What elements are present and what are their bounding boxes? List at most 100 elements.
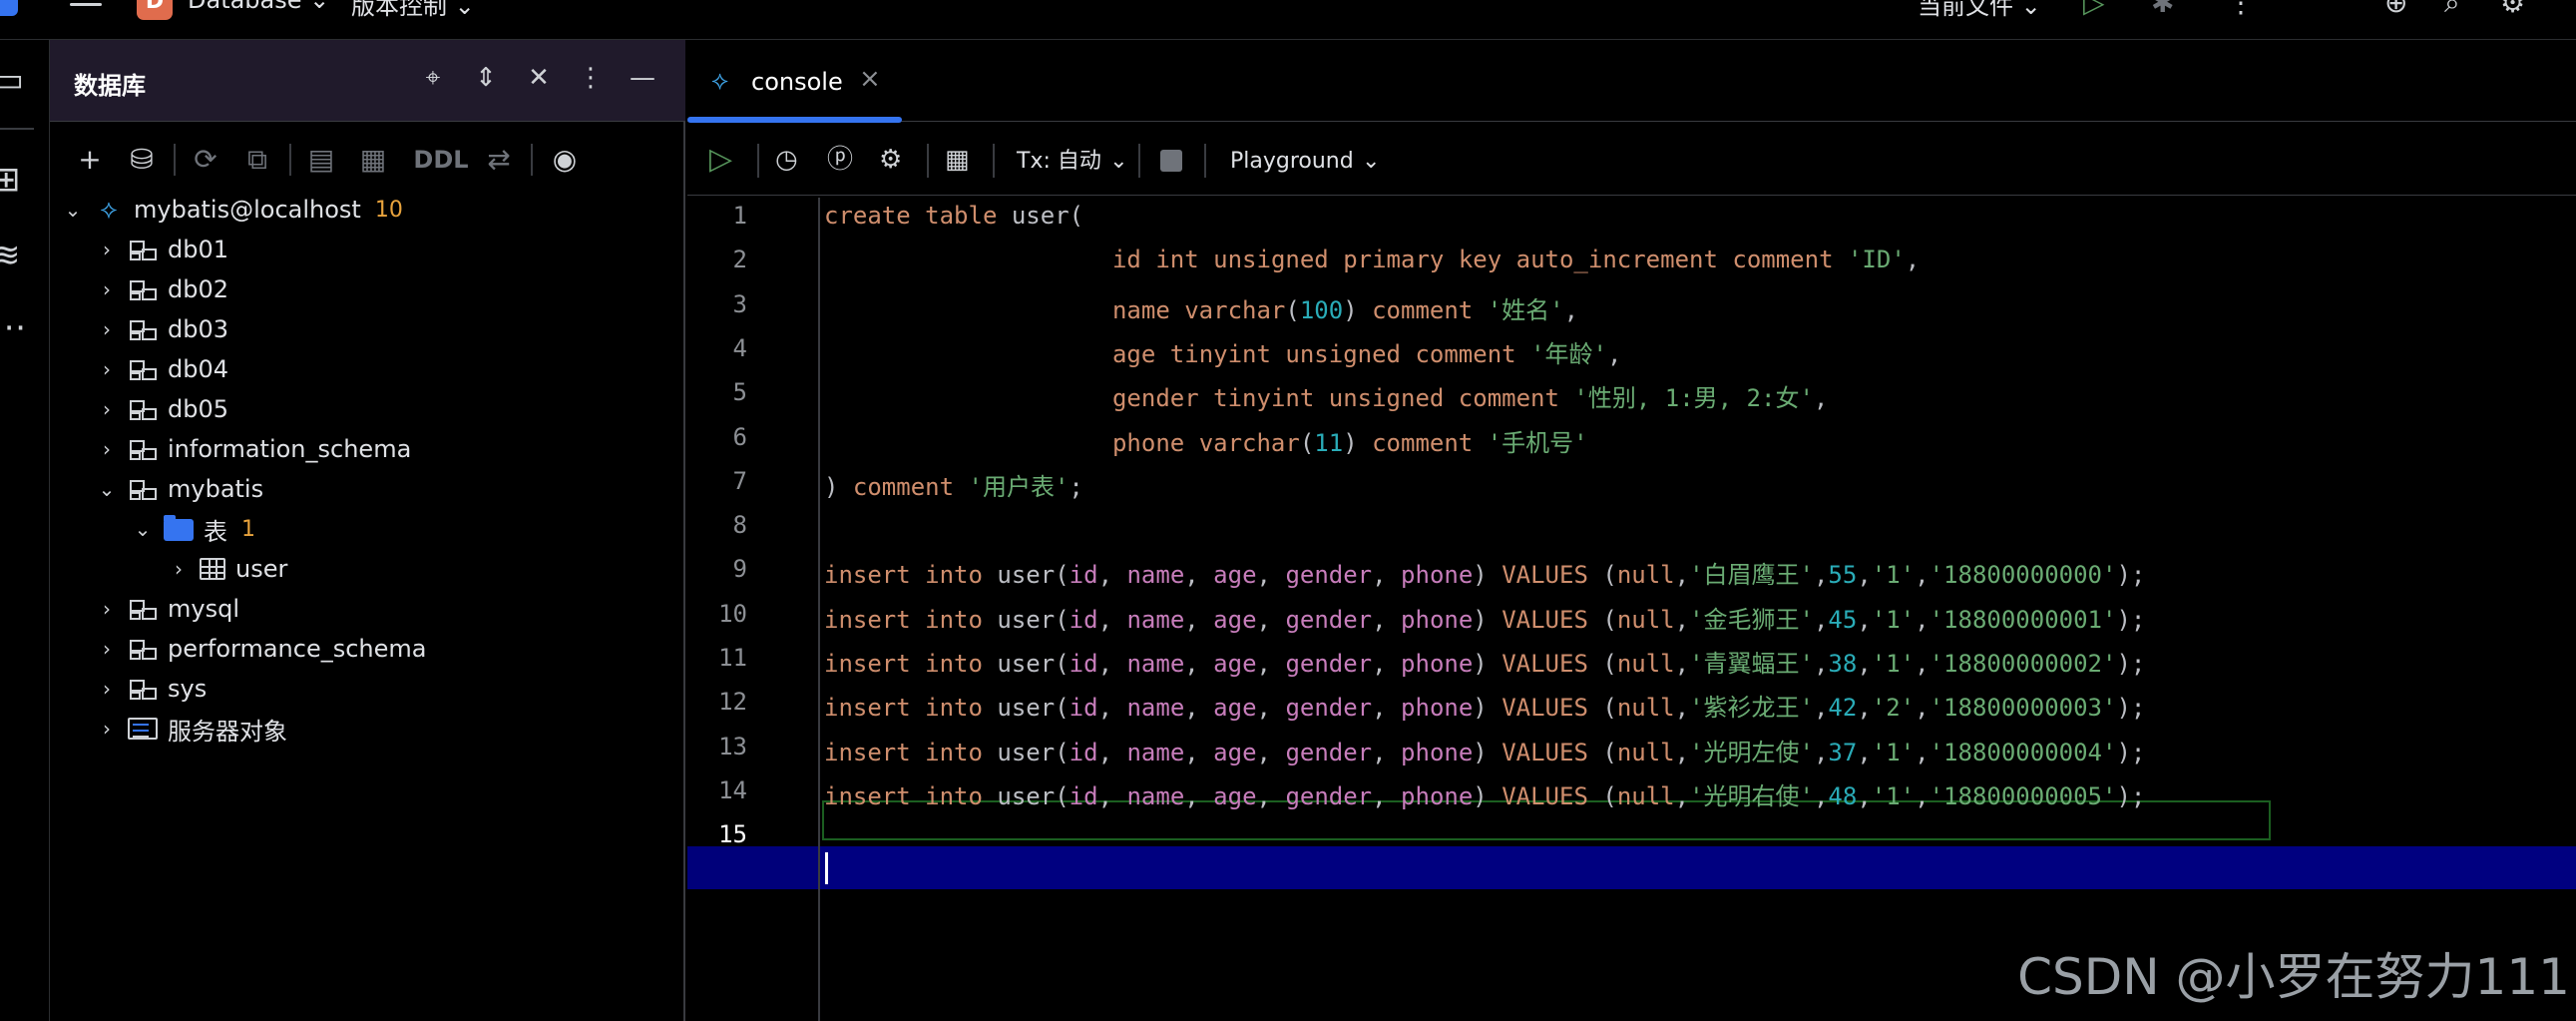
- tx-mode-dropdown[interactable]: Tx: 自动 ⌄: [1017, 142, 1128, 178]
- tree-node-schema[interactable]: › mysql: [96, 589, 239, 629]
- more-options-icon[interactable]: ⋮: [573, 60, 609, 96]
- line-number: 6: [732, 422, 747, 451]
- tree-node-schema[interactable]: › db01: [96, 230, 228, 269]
- chevron-right-icon[interactable]: ›: [96, 437, 118, 461]
- code-line[interactable]: ) comment '用户表';: [824, 467, 1083, 502]
- tree-node-label: performance_schema: [168, 635, 427, 663]
- code-line[interactable]: phone varchar(11) comment '手机号': [824, 423, 1588, 458]
- code-line[interactable]: create table user(: [824, 202, 1083, 230]
- settings-icon[interactable]: ⚙: [879, 142, 902, 178]
- code-line[interactable]: age tinyint unsigned comment '年龄',: [824, 334, 1621, 369]
- chevron-down-icon[interactable]: ⌄: [96, 477, 118, 501]
- chevron-right-icon[interactable]: ›: [96, 357, 118, 381]
- code-line[interactable]: insert into user(id, name, age, gender, …: [824, 733, 2145, 767]
- mysql-datasource-icon: ⟡: [100, 194, 118, 225]
- more-icon[interactable]: ⋮: [2227, 0, 2255, 19]
- chevron-right-icon[interactable]: ›: [96, 397, 118, 421]
- tree-node-table[interactable]: › user: [168, 549, 287, 589]
- search-icon[interactable]: ⌕: [2444, 0, 2460, 20]
- code-line[interactable]: insert into user(id, name, age, gender, …: [824, 776, 2145, 811]
- explain-plan-icon[interactable]: ⓟ: [827, 142, 853, 178]
- locate-icon[interactable]: ⌖: [415, 60, 451, 96]
- code-line[interactable]: name varchar(100) comment '姓名',: [824, 290, 1578, 325]
- stop-icon[interactable]: [1160, 150, 1182, 172]
- code-editor[interactable]: 1 create table user(2 id int unsigned pri…: [687, 198, 2576, 1021]
- tree-node-label: db02: [168, 275, 229, 303]
- ddl-icon[interactable]: DDL: [413, 140, 469, 180]
- chevron-right-icon[interactable]: ›: [168, 557, 190, 581]
- project-badge[interactable]: D: [137, 0, 173, 20]
- hide-panel-icon[interactable]: —: [625, 60, 660, 96]
- tree-node-schema[interactable]: › db03: [96, 309, 228, 349]
- code-line[interactable]: insert into user(id, name, age, gender, …: [824, 644, 2145, 679]
- code-line[interactable]: insert into user(id, name, age, gender, …: [824, 555, 2145, 590]
- table-output-icon[interactable]: ▦: [945, 142, 970, 178]
- collapse-all-icon[interactable]: ✕: [521, 60, 557, 96]
- console-icon[interactable]: ▤: [301, 140, 341, 180]
- tree-node-schema[interactable]: › db02: [96, 269, 228, 309]
- tree-node-folder[interactable]: ⌄ 表 1: [132, 509, 255, 549]
- text-caret: [825, 852, 828, 884]
- close-icon[interactable]: ×: [859, 64, 881, 94]
- run-config-selector[interactable]: 当前文件 ⌄: [1918, 0, 2041, 21]
- tab-label: console: [751, 68, 843, 96]
- add-collaborator-icon[interactable]: ⊕: [2384, 0, 2407, 19]
- chevron-right-icon[interactable]: ›: [96, 717, 118, 741]
- datasource-properties-icon[interactable]: ⛁: [122, 140, 162, 180]
- code-line[interactable]: gender tinyint unsigned comment '性别, 1:男…: [824, 378, 1828, 413]
- line-number: 2: [732, 246, 747, 274]
- tree-node-server-objects[interactable]: › 服务器对象: [96, 709, 287, 749]
- execute-icon[interactable]: ▷: [709, 142, 732, 178]
- compare-icon[interactable]: ⇄: [479, 140, 519, 180]
- project-name: Database: [188, 0, 302, 14]
- eye-view-icon[interactable]: ◉: [543, 140, 587, 180]
- project-folder-icon[interactable]: ▭: [0, 60, 24, 100]
- vcs-menu[interactable]: 版本控制 ⌄: [351, 0, 475, 21]
- chevron-down-icon[interactable]: ⌄: [132, 517, 154, 541]
- chevron-down-icon[interactable]: ⌄: [62, 198, 84, 222]
- chevron-right-icon[interactable]: ›: [96, 597, 118, 621]
- tree-node-schema[interactable]: › sys: [96, 669, 207, 709]
- chevron-right-icon[interactable]: ›: [96, 637, 118, 661]
- chevron-right-icon[interactable]: ›: [96, 238, 118, 261]
- chevron-right-icon[interactable]: ›: [96, 277, 118, 301]
- toolbar-separator: [531, 144, 533, 176]
- structure-icon[interactable]: ⊞: [0, 160, 21, 200]
- database-panel-header: 数据库 ⌖ ⇕ ✕ ⋮ —: [50, 40, 685, 122]
- playground-label: Playground: [1230, 149, 1354, 174]
- project-selector[interactable]: Database ⌄: [188, 0, 329, 14]
- chevron-right-icon[interactable]: ›: [96, 317, 118, 341]
- run-icon[interactable]: ▷: [2083, 0, 2105, 19]
- main-toolbar: D Database ⌄ 版本控制 ⌄ 当前文件 ⌄ ▷ ✱ ⋮ ⊕ ⌕ ⚙: [0, 0, 2576, 40]
- chevron-down-icon: ⌄: [1361, 149, 1381, 174]
- add-icon[interactable]: +: [70, 140, 110, 180]
- tree-node-schema[interactable]: › db05: [96, 389, 228, 429]
- code-line[interactable]: id int unsigned primary key auto_increme…: [824, 246, 1920, 273]
- line-number: 13: [718, 732, 747, 761]
- tree-node-schema[interactable]: › db04: [96, 349, 228, 389]
- tab-console[interactable]: ⟡ console ×: [687, 40, 902, 123]
- toolbar-separator: [1138, 144, 1140, 178]
- refresh-icon[interactable]: ⟳: [186, 140, 225, 180]
- jump-to-query-console-icon[interactable]: ⧉: [237, 140, 277, 180]
- settings-icon[interactable]: ⚙: [2500, 0, 2525, 19]
- history-icon[interactable]: ◷: [775, 142, 798, 178]
- debug-icon[interactable]: ✱: [2151, 0, 2174, 19]
- table-editor-icon[interactable]: ▦: [353, 140, 393, 180]
- tree-node-schema[interactable]: ⌄ mybatis: [96, 469, 264, 509]
- playground-dropdown[interactable]: Playground ⌄: [1230, 142, 1380, 178]
- code-line[interactable]: insert into user(id, name, age, gender, …: [824, 688, 2145, 723]
- database-icon[interactable]: ≋: [0, 236, 21, 275]
- tree-node-schema[interactable]: › information_schema: [96, 429, 411, 469]
- code-line[interactable]: insert into user(id, name, age, gender, …: [824, 600, 2145, 635]
- tree-node-datasource[interactable]: ⌄ ⟡ mybatis@localhost 10: [62, 190, 403, 230]
- more-tools-icon[interactable]: ⋯: [0, 307, 26, 347]
- app-logo-icon[interactable]: [0, 0, 18, 16]
- line-number: 10: [718, 599, 747, 628]
- expand-collapse-icon[interactable]: ⇕: [468, 60, 504, 96]
- tree-node-schema[interactable]: › performance_schema: [96, 629, 426, 669]
- chevron-right-icon[interactable]: ›: [96, 677, 118, 701]
- hamburger-menu-icon[interactable]: [70, 0, 102, 12]
- vcs-label: 版本控制: [351, 0, 447, 20]
- chevron-down-icon: ⌄: [309, 0, 330, 14]
